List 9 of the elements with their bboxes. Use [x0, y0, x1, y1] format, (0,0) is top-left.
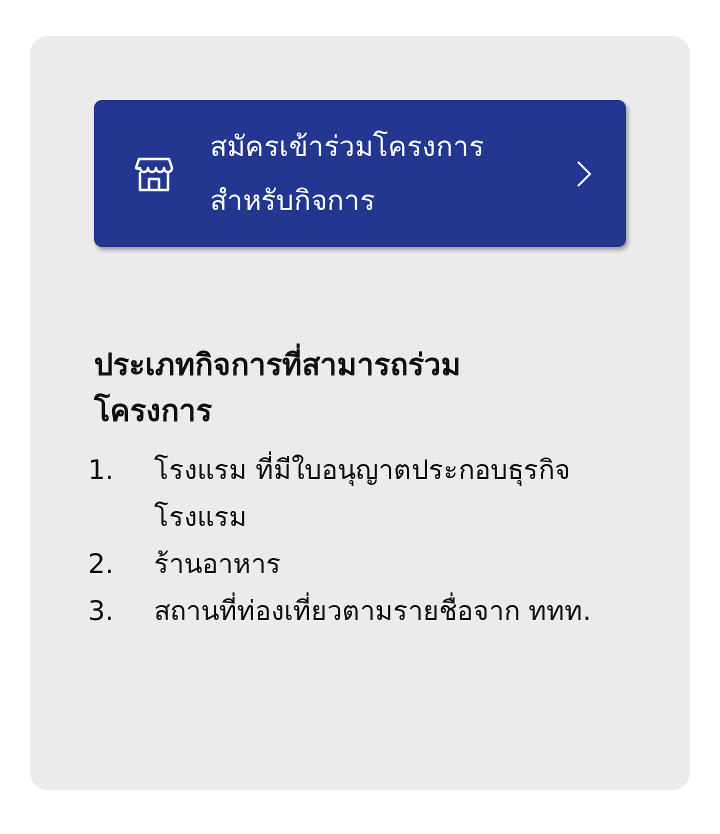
chevron-right-icon: [576, 160, 592, 188]
list-number: 3.: [88, 595, 115, 629]
list-item-text: ร้านอาหาร: [154, 548, 282, 582]
register-button[interactable]: สมัครเข้าร่วมโครงการสำหรับกิจการ: [94, 100, 626, 247]
section-heading: ประเภทกิจการที่สามารถร่วมโครงการ: [94, 343, 554, 435]
list-number: 1.: [88, 454, 115, 488]
list-item-text: สถานที่ท่องเที่ยวตามรายชื่อจาก ททท.: [154, 588, 594, 635]
list-item-text: โรงแรม ที่มีใบอนุญาตประกอบธุรกิจโรงแรม: [154, 447, 594, 541]
list-number: 2.: [88, 548, 115, 582]
